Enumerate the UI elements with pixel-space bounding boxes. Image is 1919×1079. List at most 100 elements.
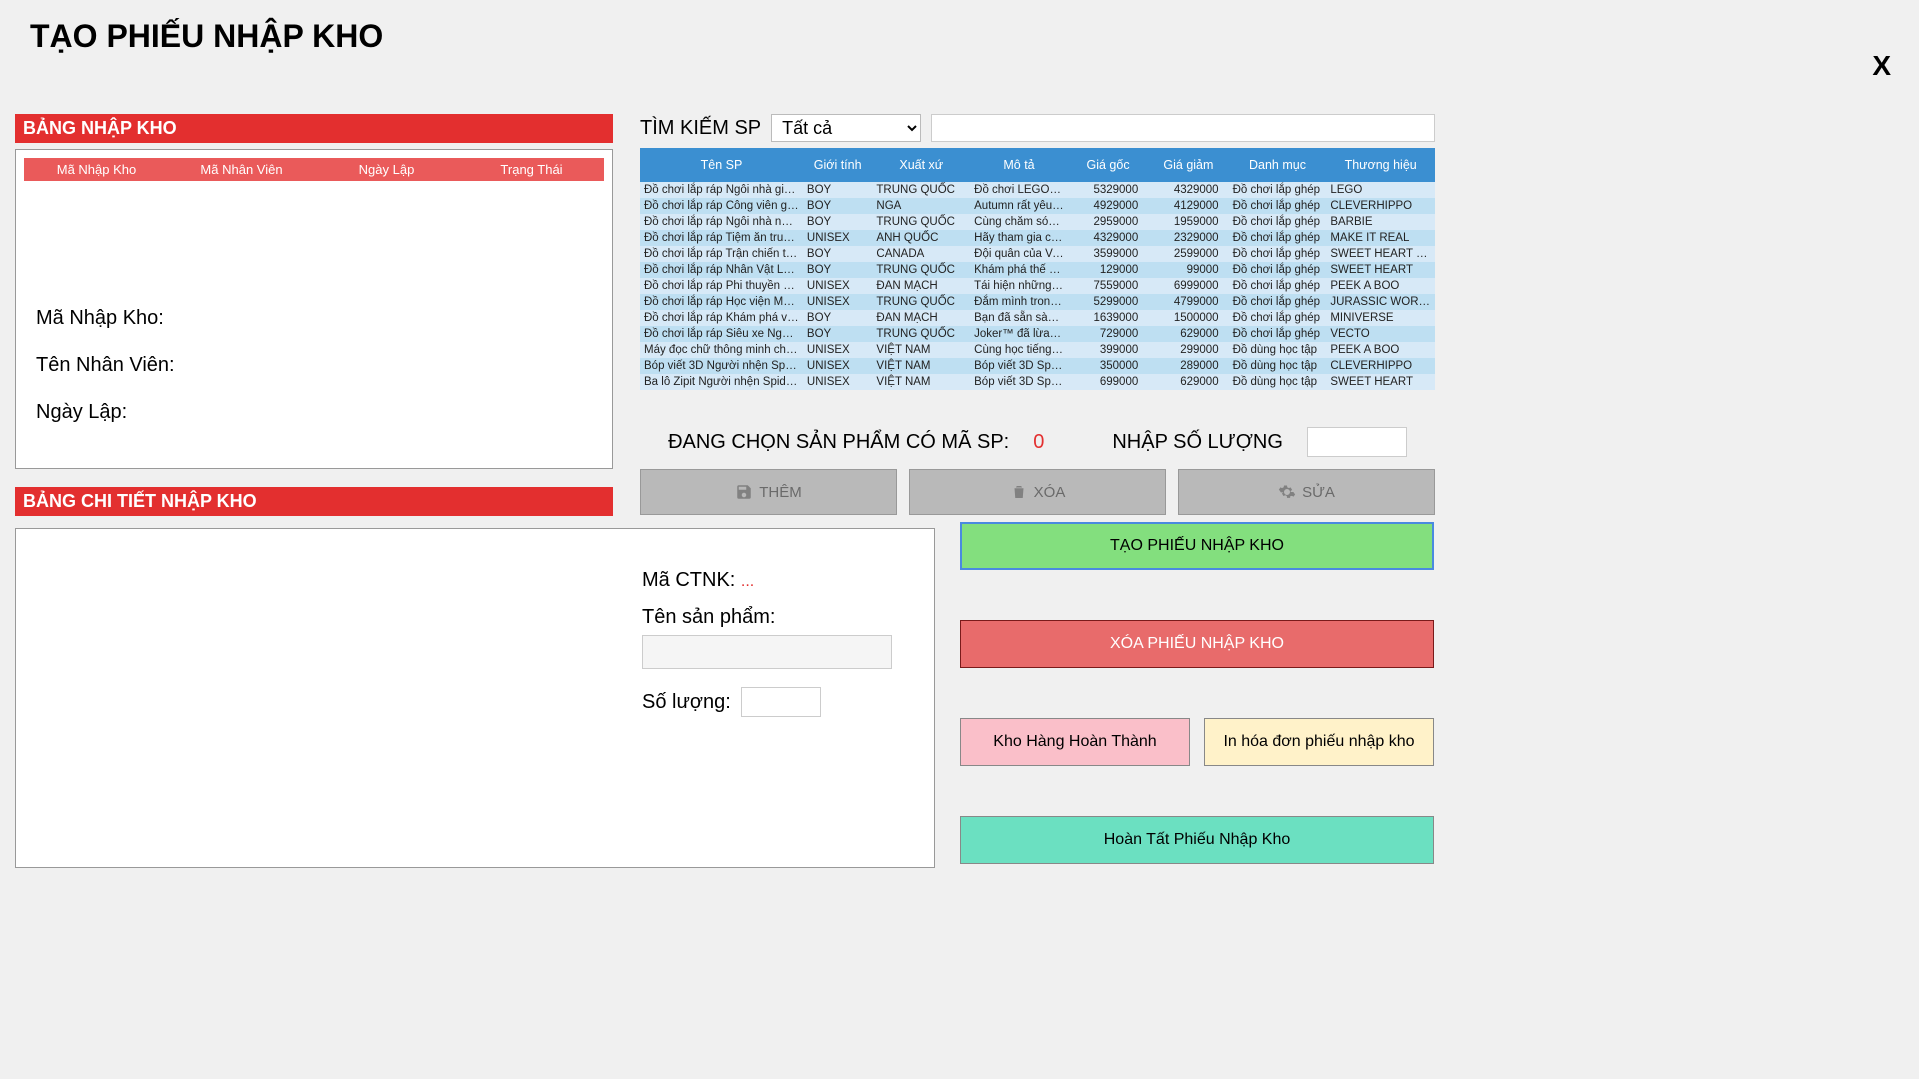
col-ma-nhan-vien: Mã Nhân Viên: [169, 162, 314, 177]
product-cell: 2599000: [1148, 246, 1228, 262]
product-cell: Bóp viết 3D Người nhện Spider-Man C...: [640, 358, 803, 374]
product-row[interactable]: Máy đọc chữ thông minh cho bé PEE...UNIS…: [640, 342, 1435, 358]
label-ma-nhap-kho: Mã Nhập Kho:: [36, 307, 592, 330]
product-cell: UNISEX: [803, 358, 873, 374]
xoa-button[interactable]: XÓA: [909, 469, 1166, 515]
product-cell: 699000: [1068, 374, 1148, 390]
product-row[interactable]: Đồ chơi lắp ráp Học viện Ma thuật và ...…: [640, 294, 1435, 310]
product-cell: CLEVERHIPPO: [1326, 198, 1435, 214]
product-row[interactable]: Đồ chơi lắp ráp Trận chiến tại trường ..…: [640, 246, 1435, 262]
product-cell: ĐAN MẠCH: [872, 310, 970, 326]
product-cell: BOY: [803, 182, 873, 198]
sua-button[interactable]: SỬA: [1178, 469, 1435, 515]
product-row[interactable]: Đồ chơi lắp ráp Công viên giải trí ven .…: [640, 198, 1435, 214]
them-button[interactable]: THÊM: [640, 469, 897, 515]
product-cell: TRUNG QUỐC: [872, 294, 970, 310]
xoa-phieu-button[interactable]: XÓA PHIẾU NHẬP KHO: [960, 620, 1434, 668]
product-row[interactable]: Đồ chơi lắp ráp Siêu xe Người Dơi đối ..…: [640, 326, 1435, 342]
in-hoa-don-button[interactable]: In hóa đơn phiếu nhập kho: [1204, 718, 1434, 766]
product-cell: BOY: [803, 214, 873, 230]
product-cell: Tái hiện những pha h...: [970, 278, 1068, 294]
product-cell: VIỆT NAM: [872, 342, 970, 358]
product-cell: 4329000: [1148, 182, 1228, 198]
product-cell: Autumn rất yêu động ...: [970, 198, 1068, 214]
product-cell: VECTO: [1326, 326, 1435, 342]
product-cell: Đồ chơi lắp ghép: [1229, 214, 1327, 230]
product-row[interactable]: Đồ chơi lắp ráp Ngôi nhà gia đình 3 tro.…: [640, 182, 1435, 198]
product-table[interactable]: Tên SPGiới tínhXuất xứMô tảGiá gốcGiá gi…: [640, 148, 1435, 413]
product-cell: 1959000: [1148, 214, 1228, 230]
product-cell: 6999000: [1148, 278, 1228, 294]
product-cell: 4929000: [1068, 198, 1148, 214]
product-cell: VIỆT NAM: [872, 358, 970, 374]
product-header[interactable]: Thương hiệu: [1326, 148, 1435, 182]
product-header[interactable]: Danh mục: [1229, 148, 1327, 182]
input-ten-sp[interactable]: [642, 635, 892, 669]
product-cell: SWEET HEART PLU...: [1326, 246, 1435, 262]
product-row[interactable]: Đồ chơi lắp ráp Ngôi nhà ngoại ô của ...…: [640, 214, 1435, 230]
product-header[interactable]: Xuất xứ: [872, 148, 970, 182]
product-cell: Đồ chơi lắp ráp Phi thuyền X-Wing Sta...: [640, 278, 803, 294]
product-header[interactable]: Giá gốc: [1068, 148, 1148, 182]
product-cell: 629000: [1148, 374, 1228, 390]
product-header[interactable]: Mô tả: [970, 148, 1068, 182]
product-cell: TRUNG QUỐC: [872, 326, 970, 342]
search-category-select[interactable]: Tất cả: [771, 114, 921, 142]
input-so-luong[interactable]: [741, 687, 821, 717]
panel-ctnk: Mã CTNK: ... Tên sản phẩm: Số lượng:: [15, 528, 935, 868]
product-cell: SWEET HEART: [1326, 262, 1435, 278]
product-cell: BOY: [803, 262, 873, 278]
col-ngay-lap: Ngày Lập: [314, 162, 459, 177]
product-cell: Bạn đã sẵn sàng cho...: [970, 310, 1068, 326]
panel-nhapkho-header: BẢNG NHẬP KHO: [15, 114, 613, 143]
product-row[interactable]: Bóp viết 3D Người nhện Spider-Man C...UN…: [640, 358, 1435, 374]
tao-phieu-button[interactable]: TẠO PHIẾU NHẬP KHO: [960, 522, 1434, 570]
product-cell: 289000: [1148, 358, 1228, 374]
hoan-tat-button[interactable]: Hoàn Tất Phiếu Nhập Kho: [960, 816, 1434, 864]
product-cell: VIỆT NAM: [872, 374, 970, 390]
product-cell: Đồ chơi lắp ráp Ngôi nhà ngoại ô của ...: [640, 214, 803, 230]
product-cell: UNISEX: [803, 374, 873, 390]
label-dang-chon: ĐANG CHỌN SẢN PHẨM CÓ MÃ SP:: [668, 431, 1009, 454]
product-header[interactable]: Giới tính: [803, 148, 873, 182]
delete-icon: [1010, 483, 1028, 501]
kho-hang-button[interactable]: Kho Hàng Hoàn Thành: [960, 718, 1190, 766]
product-cell: 299000: [1148, 342, 1228, 358]
product-cell: 4329000: [1068, 230, 1148, 246]
label-so-luong: Số lượng:: [642, 691, 731, 714]
search-label: TÌM KIẾM SP: [640, 117, 761, 140]
product-cell: Bóp viết 3D Spider-M...: [970, 374, 1068, 390]
product-header[interactable]: Giá giảm: [1148, 148, 1228, 182]
product-cell: 629000: [1148, 326, 1228, 342]
product-row[interactable]: Đồ chơi lắp ráp Nhân Vật LEGO Marv...BOY…: [640, 262, 1435, 278]
product-cell: Đồ chơi lắp ghép: [1229, 230, 1327, 246]
product-cell: UNISEX: [803, 294, 873, 310]
product-cell: Đồ chơi lắp ghép: [1229, 262, 1327, 278]
panel-nhapkho: Mã Nhập Kho Mã Nhân Viên Ngày Lập Trạng …: [15, 149, 613, 469]
product-cell: Đồ dùng học tập: [1229, 374, 1327, 390]
sua-label: SỬA: [1302, 484, 1335, 501]
product-cell: TRUNG QUỐC: [872, 182, 970, 198]
product-header[interactable]: Tên SP: [640, 148, 803, 182]
product-cell: Đồ chơi lắp ráp Ngôi nhà gia đình 3 tro.…: [640, 182, 803, 198]
product-cell: BOY: [803, 198, 873, 214]
product-row[interactable]: Đồ chơi lắp ráp Phi thuyền X-Wing Sta...…: [640, 278, 1435, 294]
product-cell: 350000: [1068, 358, 1148, 374]
product-cell: 7559000: [1068, 278, 1148, 294]
product-cell: LEGO: [1326, 182, 1435, 198]
product-cell: ĐAN MẠCH: [872, 278, 970, 294]
product-cell: Đội quân của Voldem...: [970, 246, 1068, 262]
nhapkho-form: Mã Nhập Kho: Tên Nhân Viên: Ngày Lập:: [24, 269, 604, 462]
product-row[interactable]: Đồ chơi lắp ráp Tiệm ăn trung tâm thà...…: [640, 230, 1435, 246]
product-cell: Đồ dùng học tập: [1229, 358, 1327, 374]
product-row[interactable]: Đồ chơi lắp ráp Khám phá và nghỉ dư...BO…: [640, 310, 1435, 326]
product-row[interactable]: Ba lô Zipit Người nhện Spider-Man CL...U…: [640, 374, 1435, 390]
search-input[interactable]: [931, 114, 1435, 142]
close-button[interactable]: X: [1872, 50, 1891, 82]
product-cell: 729000: [1068, 326, 1148, 342]
product-cell: Cùng chăm sóc các ...: [970, 214, 1068, 230]
input-nhap-so-luong[interactable]: [1307, 427, 1407, 457]
product-cell: BARBIE: [1326, 214, 1435, 230]
product-cell: CANADA: [872, 246, 970, 262]
product-cell: 4799000: [1148, 294, 1228, 310]
